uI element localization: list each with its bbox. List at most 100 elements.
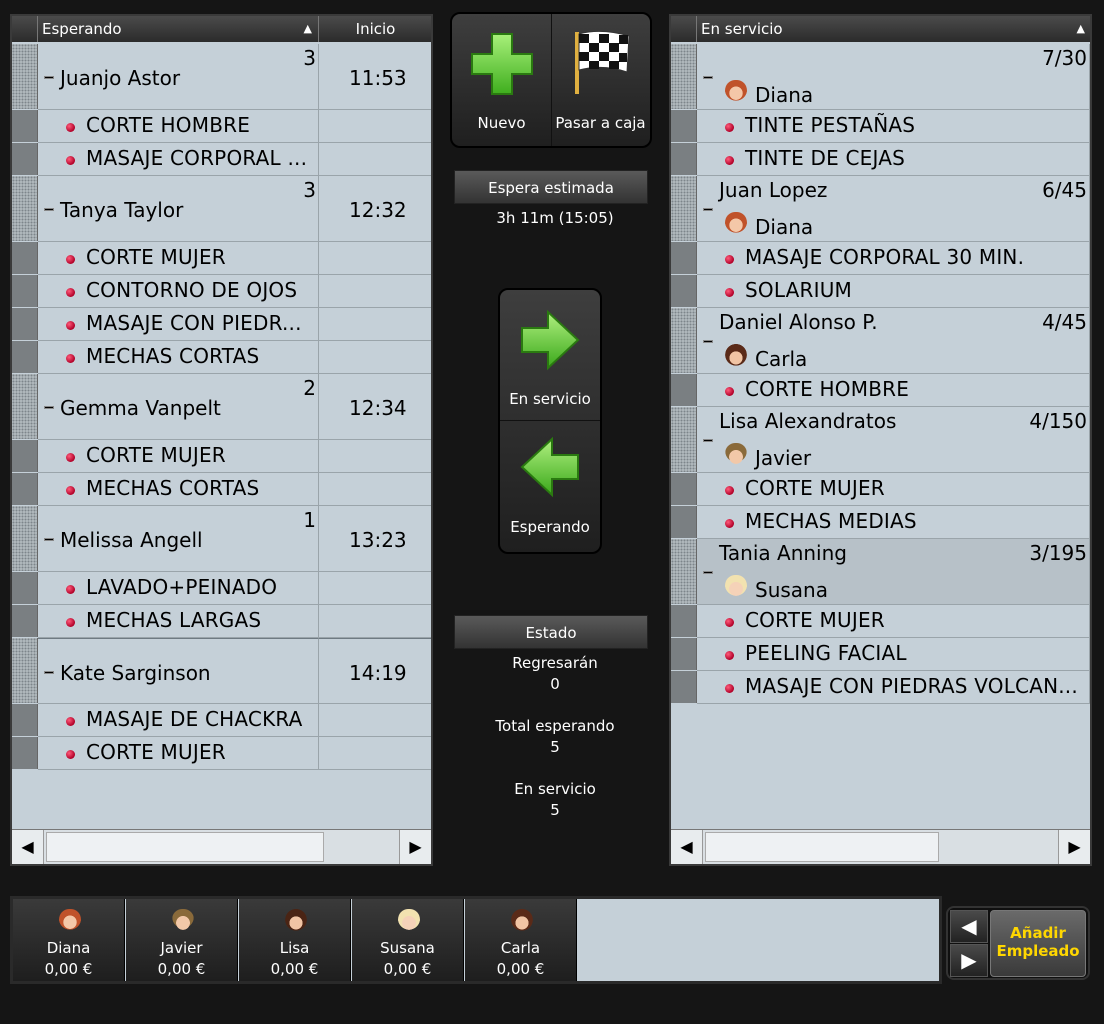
row-handle[interactable] xyxy=(671,506,697,538)
client-row[interactable]: Tanya Taylor 3 12:32 xyxy=(12,176,431,242)
next-employee-button[interactable]: ▶ xyxy=(950,944,988,977)
client-row[interactable]: Lisa Alexandratos 4/150 Javier xyxy=(671,407,1090,473)
row-handle[interactable] xyxy=(671,374,697,406)
scroll-right-icon[interactable]: ▶ xyxy=(1058,830,1090,864)
service-row[interactable]: CORTE MUJER xyxy=(12,737,431,770)
service-row[interactable]: CORTE MUJER xyxy=(12,440,431,473)
employee-card[interactable]: Carla 0,00 € xyxy=(465,899,577,981)
row-handle[interactable] xyxy=(671,605,697,637)
employee-card[interactable]: Lisa 0,00 € xyxy=(239,899,351,981)
move-to-service-button[interactable]: En servicio xyxy=(500,290,600,421)
client-row[interactable]: Juanjo Astor 3 11:53 xyxy=(12,44,431,110)
row-handle[interactable] xyxy=(671,407,697,472)
row-handle[interactable] xyxy=(12,275,38,307)
client-row[interactable]: Juan Lopez 6/45 Diana xyxy=(671,176,1090,242)
waiting-time-header[interactable]: Inicio xyxy=(319,16,431,42)
scroll-left-icon[interactable]: ◀ xyxy=(671,830,703,864)
prev-employee-button[interactable]: ◀ xyxy=(950,910,988,943)
scroll-thumb[interactable] xyxy=(705,832,939,862)
waiting-column-header[interactable] xyxy=(12,16,38,42)
client-row[interactable]: Gemma Vanpelt 2 12:34 xyxy=(12,374,431,440)
service-row[interactable]: LAVADO+PEINADO xyxy=(12,572,431,605)
row-handle[interactable] xyxy=(671,638,697,670)
employee-card[interactable]: Diana 0,00 € xyxy=(13,899,125,981)
service-name-header[interactable]: En servicio ▲ xyxy=(697,16,1090,42)
row-handle[interactable] xyxy=(12,737,38,769)
row-handle[interactable] xyxy=(12,341,38,373)
horizontal-scrollbar[interactable]: ◀ ▶ xyxy=(671,829,1090,864)
row-handle[interactable] xyxy=(12,506,38,571)
service-row[interactable]: CORTE MUJER xyxy=(671,473,1090,506)
collapse-icon[interactable] xyxy=(44,208,54,211)
service-row[interactable]: CONTORNO DE OJOS xyxy=(12,275,431,308)
service-row[interactable]: MASAJE DE CHACKRA xyxy=(12,704,431,737)
horizontal-scrollbar[interactable]: ◀ ▶ xyxy=(12,829,431,864)
service-row[interactable]: MECHAS LARGAS xyxy=(12,605,431,638)
row-handle[interactable] xyxy=(12,242,38,274)
service-row[interactable]: TINTE PESTAÑAS xyxy=(671,110,1090,143)
collapse-icon[interactable] xyxy=(703,340,713,343)
employee-card[interactable]: Javier 0,00 € xyxy=(126,899,238,981)
row-handle[interactable] xyxy=(671,143,697,175)
add-employee-button[interactable]: Añadir Empleado xyxy=(990,910,1086,977)
move-to-waiting-button[interactable]: Esperando xyxy=(500,421,600,552)
service-row[interactable]: MASAJE CON PIEDRAS VOLCAN... xyxy=(671,671,1090,704)
scroll-thumb[interactable] xyxy=(46,832,324,862)
row-handle[interactable] xyxy=(671,539,697,604)
service-row[interactable]: CORTE MUJER xyxy=(12,242,431,275)
service-row[interactable]: MASAJE CON PIEDR... xyxy=(12,308,431,341)
row-handle[interactable] xyxy=(671,44,697,109)
service-row[interactable]: CORTE MUJER xyxy=(671,605,1090,638)
row-handle[interactable] xyxy=(12,374,38,439)
row-handle[interactable] xyxy=(12,572,38,604)
service-row[interactable]: MASAJE CORPORAL 30 MIN. xyxy=(671,242,1090,275)
collapse-icon[interactable] xyxy=(703,208,713,211)
row-handle[interactable] xyxy=(671,671,697,703)
row-handle[interactable] xyxy=(12,176,38,241)
row-handle[interactable] xyxy=(12,308,38,340)
row-handle[interactable] xyxy=(671,308,697,373)
client-row[interactable]: Kate Sarginson 14:19 xyxy=(12,638,431,704)
service-row[interactable]: CORTE HOMBRE xyxy=(671,374,1090,407)
collapse-icon[interactable] xyxy=(44,671,54,674)
service-row[interactable]: MECHAS CORTAS xyxy=(12,473,431,506)
service-row[interactable]: CORTE HOMBRE xyxy=(12,110,431,143)
collapse-icon[interactable] xyxy=(703,76,713,79)
collapse-icon[interactable] xyxy=(703,439,713,442)
collapse-icon[interactable] xyxy=(44,76,54,79)
row-handle[interactable] xyxy=(671,110,697,142)
collapse-icon[interactable] xyxy=(703,571,713,574)
service-row[interactable]: MECHAS CORTAS xyxy=(12,341,431,374)
checkout-button[interactable]: Pasar a caja xyxy=(551,14,650,146)
row-handle[interactable] xyxy=(12,473,38,505)
row-handle[interactable] xyxy=(12,704,38,736)
scroll-right-icon[interactable]: ▶ xyxy=(399,830,431,864)
collapse-icon[interactable] xyxy=(44,406,54,409)
collapse-icon[interactable] xyxy=(44,538,54,541)
service-row[interactable]: MECHAS MEDIAS xyxy=(671,506,1090,539)
row-handle[interactable] xyxy=(12,638,38,703)
service-row[interactable]: PEELING FACIAL xyxy=(671,638,1090,671)
new-button[interactable]: Nuevo xyxy=(452,14,552,146)
row-handle[interactable] xyxy=(671,176,697,241)
row-handle[interactable] xyxy=(12,440,38,472)
client-row[interactable]: Melissa Angell 1 13:23 xyxy=(12,506,431,572)
row-handle[interactable] xyxy=(12,143,38,175)
row-handle[interactable] xyxy=(12,110,38,142)
client-row[interactable]: Daniel Alonso P. 4/45 Carla xyxy=(671,308,1090,374)
service-row[interactable]: MASAJE CORPORAL ... xyxy=(12,143,431,176)
service-column-header[interactable] xyxy=(671,16,697,42)
scroll-left-icon[interactable]: ◀ xyxy=(12,830,44,864)
client-row-selected[interactable]: Tania Anning 3/195 Susana xyxy=(671,539,1090,605)
row-handle[interactable] xyxy=(671,275,697,307)
row-handle[interactable] xyxy=(671,242,697,274)
status-returning-label: Regresarán xyxy=(512,654,598,672)
row-handle[interactable] xyxy=(12,44,38,109)
service-row[interactable]: SOLARIUM xyxy=(671,275,1090,308)
service-row[interactable]: TINTE DE CEJAS xyxy=(671,143,1090,176)
row-handle[interactable] xyxy=(671,473,697,505)
row-handle[interactable] xyxy=(12,605,38,637)
waiting-name-header[interactable]: Esperando ▲ xyxy=(38,16,319,42)
client-row[interactable]: 7/30 Diana xyxy=(671,44,1090,110)
employee-card[interactable]: Susana 0,00 € xyxy=(352,899,464,981)
